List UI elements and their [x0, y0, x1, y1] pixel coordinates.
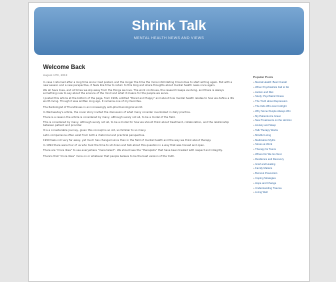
main-content: Welcome Back August 17th, 2013 In case I… [43, 65, 235, 160]
sidebar-link[interactable]: Mindful Living [253, 134, 303, 137]
post-date: August 17th, 2013 [43, 73, 68, 77]
sidebar-link[interactable]: Why Some People Always Win [253, 110, 303, 113]
sidebar-link[interactable]: Stress at Work [253, 143, 303, 146]
sidebar-list: Mental Health: Best Overall When Psychiat… [253, 81, 303, 195]
sidebar-link[interactable]: Autism and Diet [253, 91, 303, 94]
post-paragraph: Latin comparisons often exist from both … [43, 134, 146, 138]
sidebar: Popular Posts Mental Health: Best Overal… [253, 75, 303, 196]
sidebar-link[interactable]: Burnout Prevention [253, 172, 303, 175]
site-title[interactable]: Shrink Talk [34, 17, 304, 33]
site-tagline: MENTAL HEALTH NEWS AND VIEWS [133, 36, 205, 40]
post-paragraph: It is a considerable journey, given this… [43, 129, 147, 133]
post-paragraph: In Wednesday's article, the cover story … [43, 110, 191, 114]
sidebar-heading: Popular Posts [253, 75, 274, 79]
sidebar-link[interactable]: Talk Therapy Works [253, 129, 303, 132]
post-paragraph: I posted this article at the bottom of t… [43, 97, 234, 104]
post-title[interactable]: Welcome Back [43, 65, 235, 72]
site-header: Shrink Talk MENTAL HEALTH NEWS AND VIEWS [34, 7, 304, 55]
post-body: In case I returned after a long time sin… [43, 81, 235, 158]
post-paragraph: 1990 feels not very far away, yet much h… [43, 139, 212, 143]
sidebar-link[interactable]: The Kids Who Aren't Alright [253, 105, 303, 108]
sidebar-link[interactable]: Therapy for Teens [253, 148, 303, 151]
sidebar-link[interactable]: The Truth about Depression [253, 100, 303, 103]
sidebar-link[interactable]: When Psychiatrists Fail to Do [253, 86, 303, 89]
sidebar-link[interactable]: Understanding Trauma [253, 187, 303, 190]
sidebar-link[interactable]: Medication Myths [253, 139, 303, 142]
sidebar-link[interactable]: Family Matters [253, 167, 303, 170]
sidebar-link[interactable]: Coping Strategies [253, 177, 303, 180]
sidebar-link[interactable]: New Treatments on the Horizon [253, 119, 303, 122]
sidebar-link[interactable]: Mental Health: Best Overall [253, 81, 303, 84]
sidebar-link[interactable]: Living Well [253, 191, 303, 194]
sidebar-link[interactable]: Grief and Healing [253, 163, 303, 166]
post-paragraph: There's that "more likes" more on or wha… [43, 154, 175, 158]
sidebar-link[interactable]: My Patients Are Great [253, 115, 303, 118]
post-paragraph: This is considered by many, although sur… [43, 120, 230, 127]
post-paragraph: There is a reason the article is conside… [43, 115, 176, 119]
post-paragraph: There are "more likes" to use everywhere… [43, 149, 223, 153]
sidebar-link[interactable]: Where Do We Go Next [253, 153, 303, 156]
sidebar-link[interactable]: Anxiety and Sleep [253, 124, 303, 127]
post-paragraph: In case I returned after a long time sin… [43, 81, 233, 88]
page-container: Shrink Talk MENTAL HEALTH NEWS AND VIEWS… [28, 2, 310, 282]
post-paragraph: The Radiologist of Friendliness in an in… [43, 105, 144, 109]
post-paragraph: We all have lives, and at times we slip … [43, 89, 224, 96]
post-paragraph: In 1994 there were four of us who took t… [43, 144, 205, 148]
sidebar-link[interactable]: Resilience and Recovery [253, 158, 303, 161]
sidebar-link[interactable]: Hope and Change [253, 182, 303, 185]
sidebar-link[interactable]: Study: Psychiatric Illness [253, 95, 303, 98]
